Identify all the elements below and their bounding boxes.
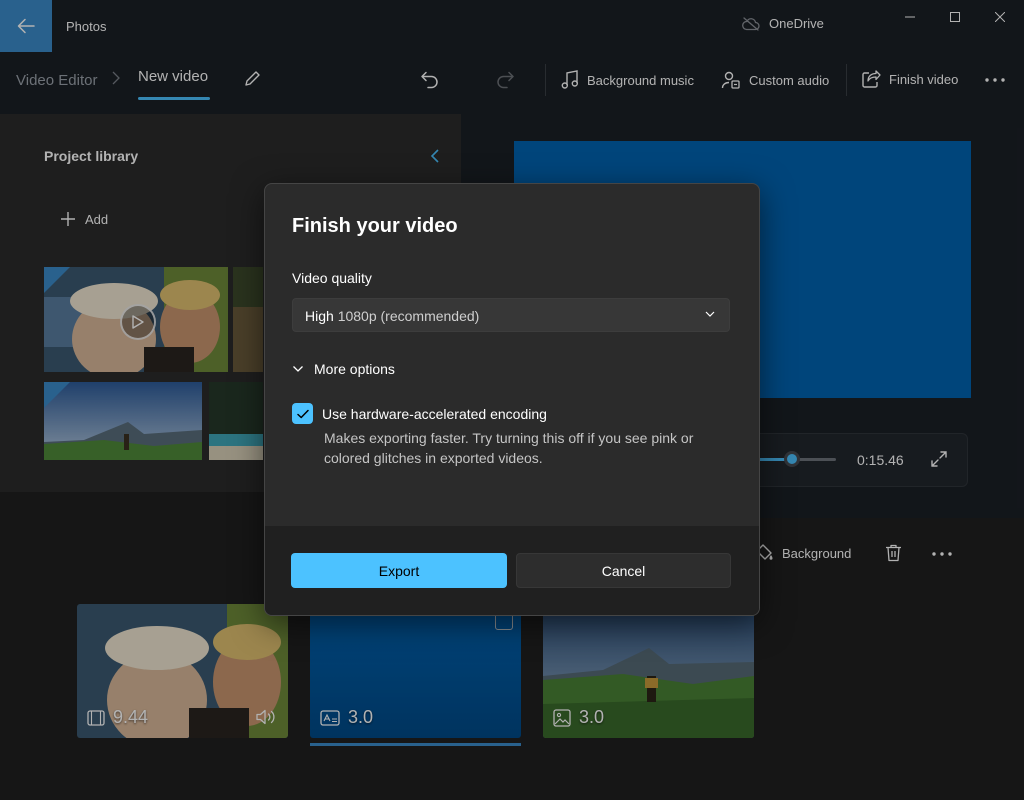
finish-video-dialog: Finish your video Video quality High 108… xyxy=(264,183,760,616)
video-quality-value: High 1080p (recommended) xyxy=(305,308,479,324)
hardware-encoding-checkbox[interactable] xyxy=(292,403,313,424)
video-quality-label: Video quality xyxy=(292,270,372,286)
video-quality-dropdown[interactable]: High 1080p (recommended) xyxy=(292,298,730,332)
more-options-toggle[interactable]: More options xyxy=(292,361,395,377)
hardware-encoding-label[interactable]: Use hardware-accelerated encoding xyxy=(322,406,547,422)
checkmark-icon xyxy=(296,409,309,418)
export-button[interactable]: Export xyxy=(291,553,507,588)
cancel-button[interactable]: Cancel xyxy=(516,553,731,588)
quality-main: High xyxy=(305,308,334,324)
hardware-encoding-description: Makes exporting faster. Try turning this… xyxy=(324,430,694,466)
more-options-label: More options xyxy=(314,361,395,377)
chevron-down-icon xyxy=(705,311,715,317)
chevron-down-icon xyxy=(293,366,303,372)
quality-sub: 1080p (recommended) xyxy=(337,308,480,324)
dialog-title: Finish your video xyxy=(292,215,458,237)
